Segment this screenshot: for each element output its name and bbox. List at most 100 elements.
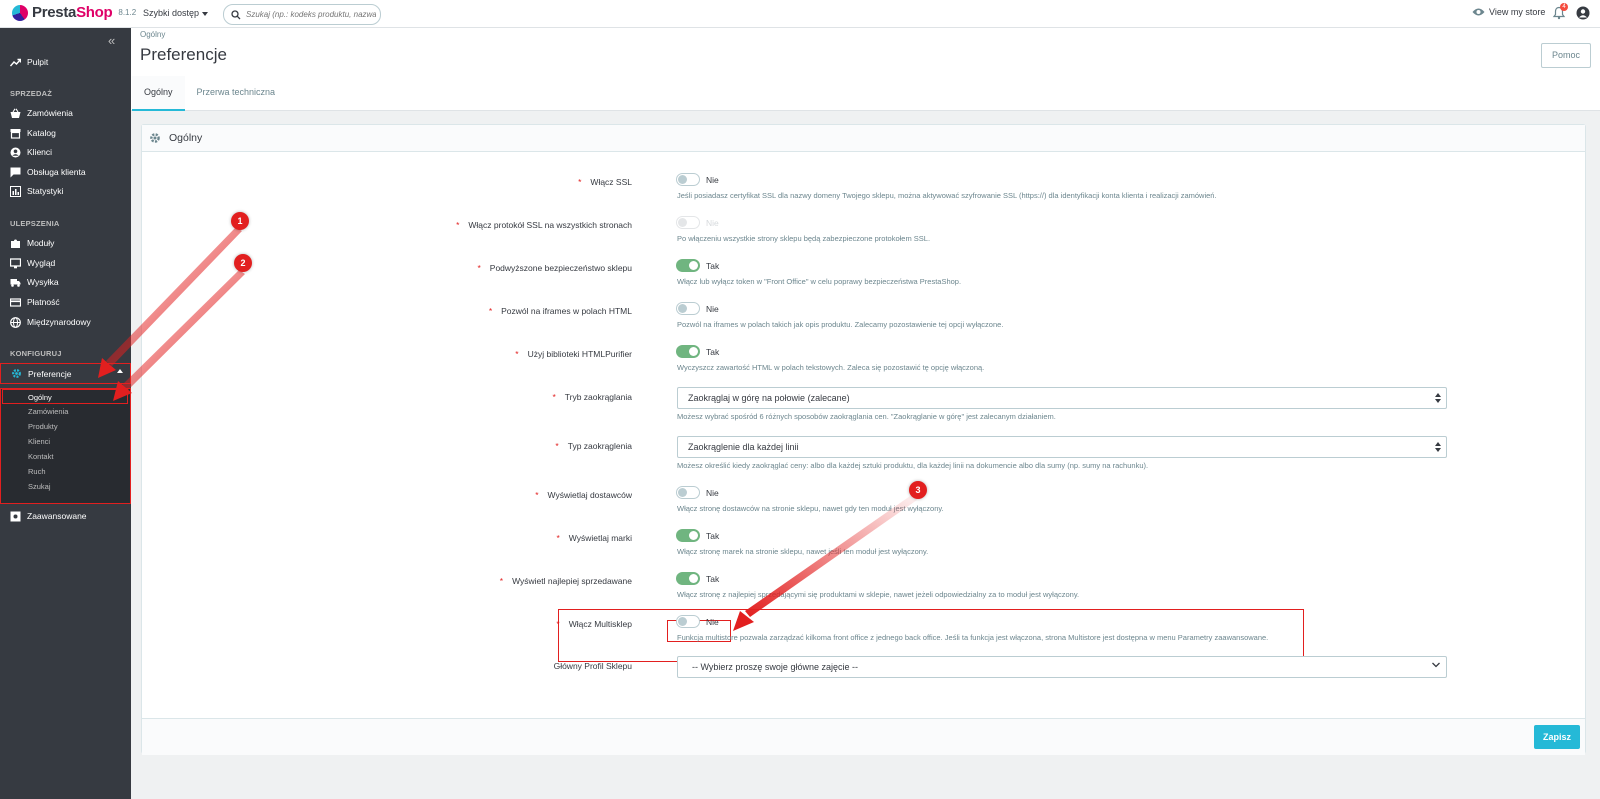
suppliers-switch[interactable]: Nie (676, 486, 719, 499)
toggle-switch[interactable] (676, 486, 700, 499)
setting-label: * Włącz Multisklep (556, 619, 632, 629)
general-settings-card: Ogólny * Włącz SSL Nie Jeśli posiadasz ce… (141, 124, 1586, 755)
sidebar-item-payment[interactable]: Płatność (0, 292, 131, 312)
sidebar-item-catalog[interactable]: Katalog (0, 123, 131, 143)
setting-label: * Wyświetl najlepiej sprzedawane (499, 576, 632, 586)
htmlpurifier-switch[interactable]: Tak (676, 345, 719, 358)
settings-box-icon (10, 511, 21, 522)
toggle-switch (676, 216, 700, 229)
setting-label: * Włącz protokół SSL na wszystkich strona… (456, 220, 632, 230)
basket-icon (10, 108, 21, 119)
setting-label: Główny Profil Sklepu (553, 661, 632, 671)
setting-label: * Typ zaokrąglenia (555, 441, 632, 451)
submenu-item-contact[interactable]: Kontakt (1, 449, 130, 464)
prestashop-logo[interactable]: PrestaShop 8.1.2 (12, 4, 136, 21)
help-button[interactable]: Pomoc (1541, 43, 1591, 68)
user-circle-icon (10, 147, 21, 158)
sidebar-item-design[interactable]: Wygląd (0, 253, 131, 273)
prestashop-logo-icon (12, 4, 28, 21)
card-title: Ogólny (169, 132, 203, 144)
chevron-down-icon (1432, 662, 1440, 668)
help-text: Możesz określić kiedy zaokrąglać ceny: a… (677, 461, 1149, 470)
search-box[interactable] (223, 4, 381, 25)
setting-label: * Pozwól na iframes w polach HTML (488, 306, 632, 316)
main-activity-select[interactable]: -- Wybierz proszę swoje główne zajęcie -… (677, 656, 1447, 678)
bar-chart-icon (10, 185, 21, 197)
round-mode-select[interactable]: Zaokrąglaj w górę na połowie (zalecane) (677, 387, 1447, 409)
annotation-badge-1: 1 (231, 212, 249, 230)
select-arrows-icon (1435, 442, 1441, 452)
sidebar-item-international[interactable]: Międzynarodowy (0, 312, 131, 332)
bestsellers-switch[interactable]: Tak (676, 572, 719, 585)
toggle-switch[interactable] (676, 259, 700, 272)
credit-card-icon (10, 297, 21, 308)
submenu-item-customers[interactable]: Klienci (1, 434, 130, 449)
sidebar-item-shipping[interactable]: Wysyłka (0, 272, 131, 292)
sidebar-item-advanced[interactable]: Zaawansowane (0, 506, 131, 526)
sidebar-item-stats[interactable]: Statystyki (0, 181, 131, 201)
toggle-switch[interactable] (676, 345, 700, 358)
submenu-item-traffic[interactable]: Ruch (1, 464, 130, 479)
ssl-switch[interactable]: Nie (676, 173, 719, 186)
sidebar-item-preferences[interactable]: Preferencje (0, 363, 131, 384)
toggle-switch[interactable] (676, 572, 700, 585)
quick-access-dropdown[interactable]: Szybki dostęp (143, 8, 209, 18)
globe-icon (10, 316, 21, 328)
toggle-switch[interactable] (676, 615, 700, 628)
chat-icon (10, 167, 21, 178)
toggle-switch[interactable] (676, 302, 700, 315)
top-header: PrestaShop 8.1.2 Szybki dostęp View my s… (0, 0, 1600, 28)
help-text: Włącz stronę marek na stronie sklepu, na… (677, 547, 929, 556)
save-button[interactable]: Zapisz (1534, 725, 1580, 749)
sidebar-item-dashboard[interactable]: Pulpit (0, 52, 131, 72)
brands-switch[interactable]: Tak (676, 529, 719, 542)
setting-label: * Użyj biblioteki HTMLPurifier (515, 349, 632, 359)
help-text: Włącz stronę z najlepiej sprzedającymi s… (677, 590, 1080, 599)
sidebar-item-customer-service[interactable]: Obsługa klienta (0, 162, 131, 182)
view-store-label: View my store (1489, 7, 1546, 17)
submenu-item-orders[interactable]: Zamówienia (1, 404, 130, 419)
card-header: Ogólny (142, 125, 1585, 152)
setting-label: * Włącz SSL (578, 177, 632, 187)
help-text: Pozwól na iframes w polach takich jak op… (677, 320, 1004, 329)
gear-icon (150, 133, 160, 143)
breadcrumb[interactable]: Ogólny (140, 30, 165, 39)
tabs: Ogólny Przerwa techniczna (131, 76, 287, 111)
round-type-select[interactable]: Zaokrąglenie dla każdej linii (677, 436, 1447, 458)
help-text: Włącz stronę dostawców na stronie sklepu… (677, 504, 944, 513)
tab-general[interactable]: Ogólny (132, 76, 185, 111)
version-label: 8.1.2 (118, 8, 137, 17)
collapse-sidebar-icon[interactable]: « (108, 33, 115, 48)
help-text: Możesz wybrać spośród 6 różnych sposobów… (677, 412, 1056, 421)
setting-label: * Tryb zaokrąglania (552, 392, 632, 402)
toggle-switch[interactable] (676, 529, 700, 542)
trending-up-icon (10, 57, 21, 68)
sidebar: « Pulpit SPRZEDAŻ Zamówienia Katalog Kli… (0, 28, 131, 799)
logo-text: PrestaShop (32, 4, 113, 21)
toggle-switch[interactable] (676, 173, 700, 186)
help-text: Jeśli posiadasz certyfikat SSL dla nazwy… (677, 191, 1217, 200)
view-store-link[interactable]: View my store (1472, 7, 1545, 17)
sidebar-section-configure: KONFIGURUJ (10, 349, 62, 358)
sidebar-item-customers[interactable]: Klienci (0, 142, 131, 162)
search-icon (231, 9, 241, 19)
search-input[interactable] (246, 10, 376, 19)
account-icon[interactable] (1576, 6, 1590, 20)
preferences-submenu: Ogólny Zamówienia Produkty Klienci Konta… (0, 388, 131, 504)
submenu-item-general[interactable]: Ogólny (2, 389, 128, 404)
help-text: Włącz lub wyłącz token w "Front Office" … (677, 277, 962, 286)
sidebar-item-modules[interactable]: Moduły (0, 233, 131, 253)
iframes-switch[interactable]: Nie (676, 302, 719, 315)
submenu-item-search[interactable]: Szukaj (1, 479, 130, 494)
tab-maintenance[interactable]: Przerwa techniczna (185, 76, 288, 111)
setting-label: * Wyświetlaj dostawców (535, 490, 632, 500)
sidebar-section-improve: ULEPSZENIA (10, 219, 60, 228)
multistore-switch[interactable]: Nie (676, 615, 719, 628)
ssl-everywhere-switch: Nie (676, 216, 719, 229)
setting-label: * Podwyższone bezpieczeństwo sklepu (477, 263, 632, 273)
monitor-icon (10, 257, 21, 269)
submenu-item-products[interactable]: Produkty (1, 419, 130, 434)
sidebar-item-orders[interactable]: Zamówienia (0, 103, 131, 123)
eye-icon (1472, 8, 1485, 16)
token-switch[interactable]: Tak (676, 259, 719, 272)
